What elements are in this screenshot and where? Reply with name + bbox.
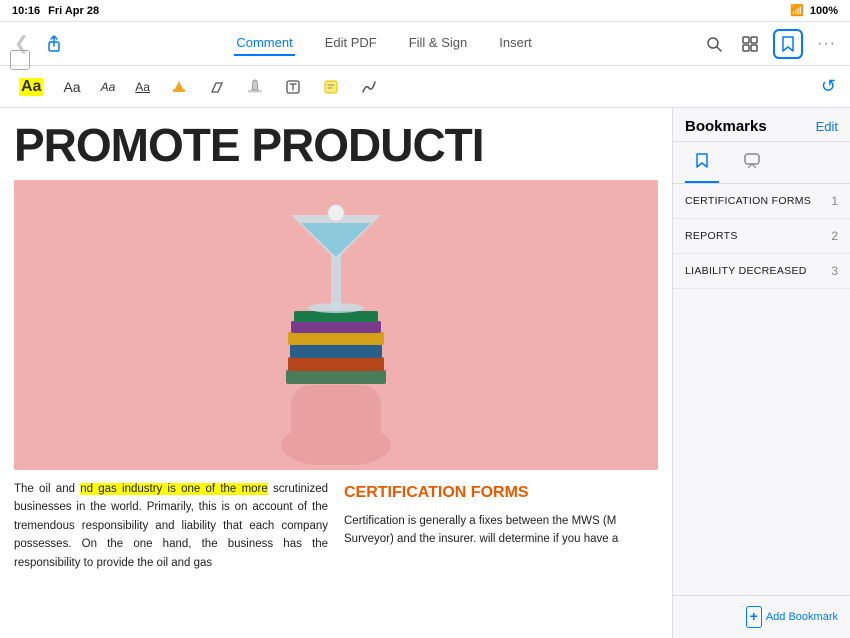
status-bar-left: 10:16 Fri Apr 28 xyxy=(12,5,99,17)
ann-btn-aa4[interactable]: Aa xyxy=(130,77,155,97)
wifi-icon: 📶 xyxy=(790,4,804,17)
main-content: PROMOTE PRODUCTI xyxy=(0,108,850,638)
document-title: PROMOTE PRODUCTI xyxy=(0,108,672,180)
annotation-toolbar: Aa Aa Aa Aa xyxy=(0,66,850,108)
bookmark-list: CERTIFICATION FORMS 1 REPORTS 2 LIABILIT… xyxy=(673,184,850,595)
ann-btn-pen2[interactable] xyxy=(241,75,269,99)
add-bookmark-footer: Add Bookmark xyxy=(673,595,850,638)
three-dots-icon: ··· xyxy=(817,35,836,53)
bookmarks-header: Bookmarks Edit xyxy=(673,108,850,142)
select-frame-icon xyxy=(10,50,30,70)
ann-label-aa4: Aa xyxy=(135,80,150,94)
col-right-heading: CERTIFICATION FORMS xyxy=(344,480,658,506)
toolbar-right: ··· xyxy=(701,29,840,59)
bookmarks-tabs xyxy=(673,142,850,184)
ann-btn-aa3[interactable]: Aa xyxy=(96,77,121,97)
tab-fill-sign[interactable]: Fill & Sign xyxy=(407,31,470,56)
ann-label-aa1: Aa xyxy=(19,78,43,96)
pdf-page: PROMOTE PRODUCTI xyxy=(0,108,672,638)
ann-btn-pen[interactable] xyxy=(165,75,193,99)
main-toolbar: ❮ Comment Edit PDF Fill & Sign Insert xyxy=(0,22,850,66)
bookmark-item-text-2: LIABILITY DECREASED xyxy=(685,265,807,277)
document-col-left: The oil and nd gas industry is one of th… xyxy=(14,480,328,572)
battery-icon: 100% xyxy=(810,5,838,17)
tab-comments[interactable] xyxy=(735,148,769,183)
bookmark-item-num-1: 2 xyxy=(831,229,838,243)
ann-btn-sticky-note[interactable] xyxy=(317,75,345,99)
status-bar-right: 📶 100% xyxy=(790,4,838,17)
ann-btn-eraser[interactable] xyxy=(203,75,231,99)
col-right-text: Certification is generally a fixes betwe… xyxy=(344,512,658,549)
bookmark-item-num-0: 1 xyxy=(831,194,838,208)
time: 10:16 xyxy=(12,5,40,17)
toolbar-center: Comment Edit PDF Fill & Sign Insert xyxy=(73,31,695,56)
bookmark-item-1[interactable]: REPORTS 2 xyxy=(673,219,850,254)
ann-btn-aa2[interactable]: Aa xyxy=(58,76,85,98)
bookmark-item-text-0: CERTIFICATION FORMS xyxy=(685,195,811,207)
ann-btn-highlight-aa1[interactable]: Aa xyxy=(14,75,48,99)
more-button[interactable]: ··· xyxy=(813,31,840,57)
share-button[interactable] xyxy=(41,31,67,57)
document-col-right: CERTIFICATION FORMS Certification is gen… xyxy=(344,480,658,572)
bookmarks-title: Bookmarks xyxy=(685,118,767,135)
bookmarks-panel: Bookmarks Edit CERTIFICATION FORMS 1 xyxy=(672,108,850,638)
bookmark-item-num-2: 3 xyxy=(831,264,838,278)
search-button[interactable] xyxy=(701,31,727,57)
ann-btn-freehand[interactable] xyxy=(355,75,383,99)
highlighted-text: nd gas industry is one of the more xyxy=(80,483,268,495)
ann-label-aa2: Aa xyxy=(63,79,80,95)
date: Fri Apr 28 xyxy=(48,5,99,17)
grid-button[interactable] xyxy=(737,31,763,57)
tab-comment[interactable]: Comment xyxy=(234,31,294,56)
bookmark-item-0[interactable]: CERTIFICATION FORMS 1 xyxy=(673,184,850,219)
undo-button[interactable]: ↺ xyxy=(821,76,836,97)
bookmark-item-2[interactable]: LIABILITY DECREASED 3 xyxy=(673,254,850,289)
tab-edit-pdf[interactable]: Edit PDF xyxy=(323,31,379,56)
edit-button[interactable]: Edit xyxy=(816,119,838,134)
document-text-area: The oil and nd gas industry is one of th… xyxy=(0,470,672,572)
add-bookmark-button[interactable]: Add Bookmark xyxy=(746,606,838,628)
ann-btn-text[interactable] xyxy=(279,75,307,99)
cocktail-illustration xyxy=(226,185,446,465)
status-bar: 10:16 Fri Apr 28 📶 100% xyxy=(0,0,850,22)
tab-insert[interactable]: Insert xyxy=(497,31,534,56)
document-image xyxy=(14,180,658,470)
ann-label-aa3: Aa xyxy=(101,80,116,94)
pdf-area: PROMOTE PRODUCTI xyxy=(0,108,672,638)
tab-bookmarks[interactable] xyxy=(685,148,719,183)
bookmark-item-text-1: REPORTS xyxy=(685,230,738,242)
bookmarks-button[interactable] xyxy=(773,29,803,59)
